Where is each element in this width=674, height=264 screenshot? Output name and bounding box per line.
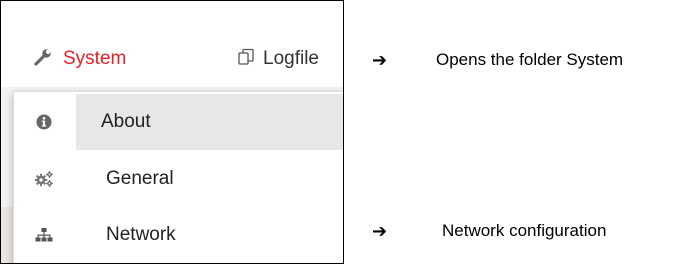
copy-icon — [237, 48, 255, 71]
menu-item-network-label: Network — [106, 224, 176, 245]
sitemap-icon — [34, 225, 54, 245]
menu-item-general-label: General — [106, 168, 174, 189]
wrench-icon — [33, 47, 53, 72]
menu-item-network[interactable]: Network — [14, 207, 343, 263]
arrow-right-icon: ➔ — [372, 49, 388, 71]
system-dropdown-menu: About General Network — [13, 91, 343, 263]
annotation-system: ➔ Opens the folder System — [372, 48, 623, 72]
nav-logfile[interactable]: Logfile — [237, 45, 319, 73]
nav-logfile-label: Logfile — [263, 48, 319, 69]
cogs-icon — [34, 169, 54, 189]
menu-item-general[interactable]: General — [14, 151, 343, 207]
annotation-network-text: Network configuration — [442, 221, 607, 240]
top-navbar: System Logfile — [1, 1, 343, 87]
annotation-network: ➔ Network configuration — [372, 219, 606, 243]
arrow-right-icon: ➔ — [372, 220, 388, 242]
menu-item-about-label: About — [101, 111, 151, 132]
info-icon — [34, 112, 54, 132]
annotation-system-text: Opens the folder System — [436, 50, 624, 69]
nav-system[interactable]: System — [33, 45, 126, 73]
menu-item-about[interactable]: About — [14, 94, 343, 150]
nav-system-label: System — [63, 48, 127, 69]
screenshot-frame: System Logfile About General Network — [0, 0, 344, 264]
